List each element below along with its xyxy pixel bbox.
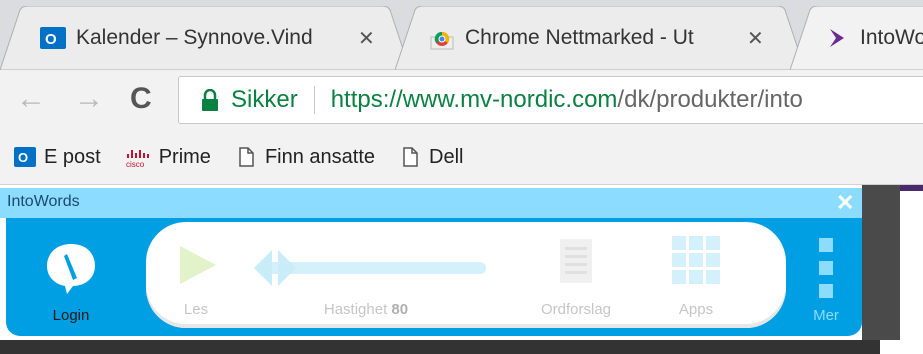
play-icon bbox=[180, 246, 216, 284]
close-icon[interactable]: ✕ bbox=[747, 26, 764, 51]
speed-value: 80 bbox=[391, 301, 409, 318]
bookmark-finn-ansatte[interactable]: Finn ansatte bbox=[235, 146, 375, 169]
bookmark-label: Finn ansatte bbox=[264, 145, 376, 168]
close-icon[interactable]: ✕ bbox=[358, 26, 375, 51]
speed-slider[interactable]: Hastighet 80 bbox=[246, 222, 486, 328]
read-label: Les bbox=[183, 301, 209, 318]
tab-intowords[interactable]: IntoWo bbox=[790, 6, 923, 70]
intowords-titlebar[interactable]: IntoWords ✕ bbox=[0, 188, 862, 218]
apps-button[interactable]: Apps bbox=[646, 222, 746, 328]
bookmark-label: Dell bbox=[429, 145, 464, 168]
login-label: Login bbox=[52, 307, 90, 324]
apps-label: Apps bbox=[678, 301, 714, 318]
tab-title: IntoWo bbox=[860, 26, 923, 49]
intowords-title: IntoWords bbox=[7, 193, 80, 210]
page-dark-strip bbox=[0, 340, 880, 354]
outlook-icon: O bbox=[14, 147, 36, 167]
document-lines-icon bbox=[560, 239, 592, 283]
page-background-panel bbox=[862, 185, 900, 340]
back-button[interactable]: ← bbox=[16, 84, 46, 114]
tab-kalender[interactable]: O Kalender – Synnove.Vind ✕ bbox=[0, 6, 410, 70]
apps-grid-icon bbox=[672, 236, 720, 284]
bookmarks-bar: O E post cisco Prime Finn ansatte Dell bbox=[0, 130, 923, 185]
word-suggestions-button[interactable]: Ordforslag bbox=[526, 222, 626, 328]
tab-strip: O Kalender – Synnove.Vind ✕ Chrome Nettm… bbox=[0, 0, 923, 70]
intowords-controls-panel: Les Hastighet 80 Ordforslag Apps bbox=[146, 222, 786, 328]
secure-label: Sikker bbox=[231, 86, 298, 113]
tab-title: Kalender – Synnove.Vind bbox=[76, 26, 313, 49]
read-button[interactable]: Les bbox=[156, 222, 236, 328]
page-icon bbox=[239, 147, 254, 167]
address-bar[interactable]: Sikker https://www.mv-nordic.com/dk/prod… bbox=[178, 76, 923, 124]
bookmark-dell[interactable]: Dell bbox=[399, 146, 463, 169]
page-header-strip bbox=[900, 185, 923, 191]
outlook-icon: O bbox=[40, 27, 66, 49]
login-button[interactable]: Login bbox=[6, 218, 136, 336]
url-text[interactable]: https://www.mv-nordic.com/dk/produkter/i… bbox=[331, 86, 803, 114]
slider-handle-icon[interactable] bbox=[252, 248, 298, 288]
bookmark-label: E post bbox=[44, 145, 101, 168]
bookmark-e-post[interactable]: O E post bbox=[14, 146, 101, 169]
bookmark-label: Prime bbox=[158, 145, 211, 168]
speed-label-text: Hastighet bbox=[323, 301, 388, 318]
svg-text:O: O bbox=[18, 150, 28, 165]
lock-icon bbox=[202, 89, 218, 111]
bookmark-prime[interactable]: cisco Prime bbox=[125, 146, 211, 169]
more-button[interactable]: Mer bbox=[791, 218, 861, 336]
speech-bubble-pen-icon bbox=[47, 244, 95, 294]
reload-button[interactable]: C bbox=[130, 84, 152, 114]
svg-text:O: O bbox=[45, 31, 57, 48]
chrome-webstore-icon bbox=[430, 31, 454, 50]
browser-toolbar: ← → C Sikker https://www.mv-nordic.com/d… bbox=[0, 70, 923, 130]
intowords-logo-icon bbox=[830, 29, 844, 47]
speed-label: Hastighet 80 bbox=[246, 301, 486, 318]
page-icon bbox=[403, 147, 418, 167]
close-icon[interactable]: ✕ bbox=[836, 190, 854, 216]
cisco-icon: cisco bbox=[126, 150, 149, 168]
svg-text:cisco: cisco bbox=[126, 160, 145, 168]
word-suggestions-label: Ordforslag bbox=[540, 301, 612, 318]
forward-button[interactable]: → bbox=[74, 84, 104, 114]
url-host: https://www.mv-nordic.com bbox=[330, 86, 618, 113]
url-path: /dk/produkter/into bbox=[617, 86, 803, 113]
omnibox-divider bbox=[313, 86, 315, 114]
tab-chrome-nettmarked[interactable]: Chrome Nettmarked - Ut ✕ bbox=[395, 6, 805, 70]
intowords-toolbar: Login Les Hastighet 80 Ordforslag Apps M… bbox=[6, 218, 862, 336]
more-label: Mer bbox=[813, 307, 839, 324]
more-vertical-icon bbox=[819, 238, 833, 298]
tab-title: Chrome Nettmarked - Ut bbox=[465, 26, 694, 49]
